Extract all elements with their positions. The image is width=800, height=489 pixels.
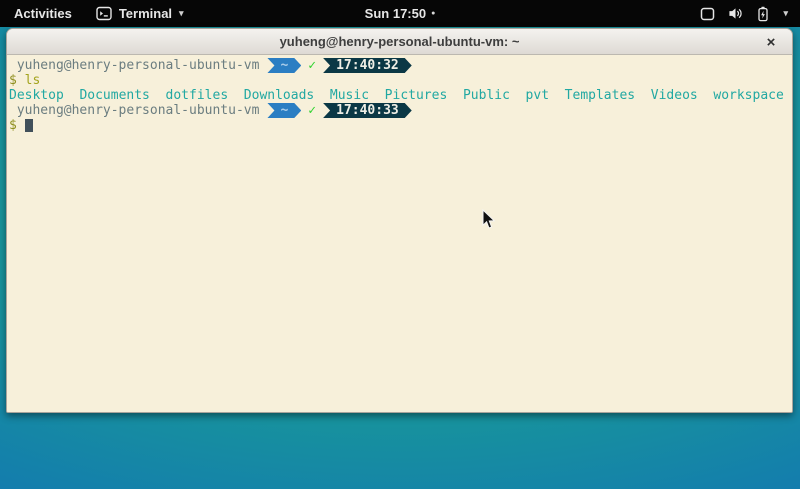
terminal-app-icon [96,6,112,21]
directory-entry: workspace [713,88,783,103]
battery-charging-icon [756,6,770,22]
directory-entry: Documents [79,88,149,103]
close-button[interactable]: × [760,29,782,55]
text-cursor-block [25,119,33,132]
directory-entry: Videos [651,88,698,103]
check-icon: ✓ [308,58,316,73]
app-menu-label: Terminal [119,6,172,21]
system-status-area[interactable]: ▾ [688,0,800,27]
chevron-down-icon: ▾ [783,9,788,18]
clock-label: Sun 17:50 [365,6,426,21]
mouse-pointer-icon [482,209,496,235]
prompt-cwd-segment: ~ [267,103,301,118]
check-icon: ✓ [308,103,316,118]
activities-label: Activities [14,6,72,21]
prompt-symbol: $ [9,118,17,133]
directory-entry: Desktop [9,88,64,103]
prompt-line: yuheng@henry-personal-ubuntu-vm ~ ✓ 17:4… [9,58,790,73]
top-bar: Activities Terminal ▾ Sun 17:50 ● [0,0,800,27]
command-line-current[interactable]: $ [9,118,790,133]
app-menu-terminal[interactable]: Terminal ▾ [86,0,194,27]
notification-dot-icon: ● [431,10,435,17]
directory-entry: Templates [565,88,635,103]
terminal-window: yuheng@henry-personal-ubuntu-vm: ~ × yuh… [6,28,793,413]
prompt-symbol: $ [9,73,17,88]
volume-icon [728,6,743,21]
activities-button[interactable]: Activities [0,0,86,27]
prompt-line: yuheng@henry-personal-ubuntu-vm ~ ✓ 17:4… [9,103,790,118]
window-titlebar[interactable]: yuheng@henry-personal-ubuntu-vm: ~ × [7,29,792,55]
directory-entry: Public [463,88,510,103]
window-title: yuheng@henry-personal-ubuntu-vm: ~ [280,34,520,49]
display-icon [700,7,715,21]
command-line: $ ls [9,73,790,88]
directory-entry: pvt [526,88,549,103]
directory-entry: dotfiles [166,88,229,103]
directory-entry: Downloads [244,88,314,103]
directory-entry: Pictures [385,88,448,103]
prompt-time-segment: 17:40:33 [323,103,412,118]
prompt-cwd-segment: ~ [267,58,301,73]
terminal-content[interactable]: yuheng@henry-personal-ubuntu-vm ~ ✓ 17:4… [7,55,792,412]
typed-command: ls [25,73,41,88]
prompt-time-segment: 17:40:32 [323,58,412,73]
chevron-down-icon: ▾ [179,9,184,18]
prompt-user-host: yuheng@henry-personal-ubuntu-vm [9,58,259,73]
prompt-user-host: yuheng@henry-personal-ubuntu-vm [9,103,259,118]
directory-entry: Music [330,88,369,103]
ls-output-line: Desktop Documents dotfiles Downloads Mus… [9,88,790,103]
